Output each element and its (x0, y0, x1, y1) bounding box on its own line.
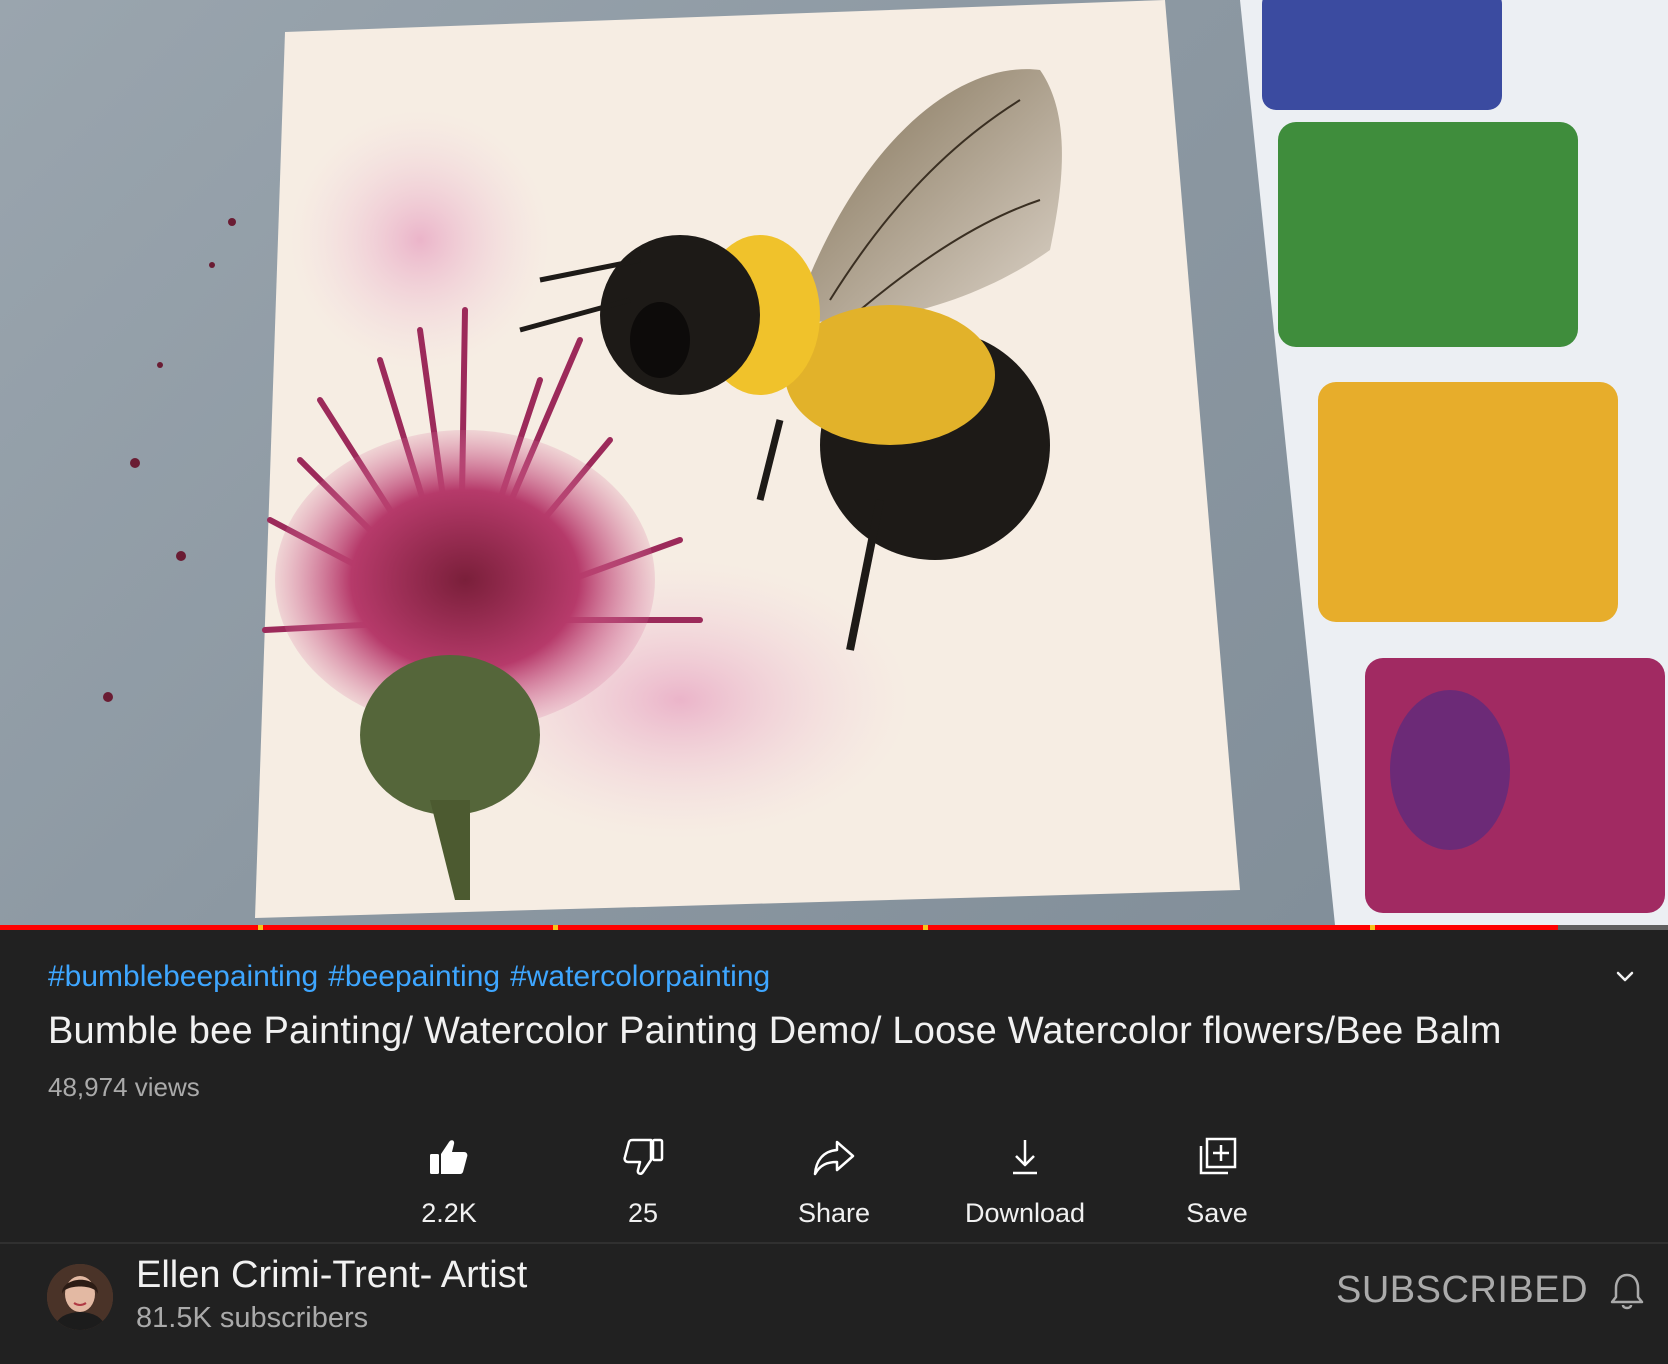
view-count: 48,974 views (48, 1072, 200, 1102)
subscriber-count: 81.5K subscribers (136, 1302, 369, 1334)
save-button[interactable]: Save (1132, 1130, 1302, 1240)
like-button[interactable]: 2.2K (364, 1130, 534, 1240)
hashtag-list: #bumblebeepainting #beepainting #watercolo… (48, 960, 780, 994)
video-info: #bumblebeepainting #beepainting #watercolo… (0, 930, 1668, 1240)
share-label: Share (797, 1198, 871, 1228)
add-to-playlist-icon (1199, 1137, 1237, 1175)
video-player[interactable] (0, 0, 1668, 925)
dislike-count: 25 (627, 1198, 659, 1228)
download-icon (1013, 1140, 1037, 1175)
subscribe-button[interactable]: SUBSCRIBED (1336, 1264, 1588, 1316)
download-button[interactable]: Download (940, 1130, 1110, 1240)
channel-row: Ellen Crimi-Trent- Artist 81.5K subscrib… (0, 1244, 1668, 1364)
channel-name[interactable]: Ellen Crimi-Trent- Artist (136, 1254, 527, 1297)
avatar[interactable] (47, 1264, 113, 1330)
dislike-button[interactable]: 25 (558, 1130, 728, 1240)
save-label: Save (1186, 1198, 1248, 1228)
action-bar: 2.2K 25 Share Download Save (0, 1130, 1668, 1240)
download-label: Download (964, 1198, 1086, 1228)
bell-icon[interactable] (1606, 1270, 1648, 1312)
like-count: 2.2K (421, 1198, 477, 1228)
video-frame-artwork (103, 0, 1668, 925)
chevron-down-icon[interactable] (1610, 962, 1640, 992)
share-arrow-icon (813, 1140, 855, 1176)
thumbs-up-icon (430, 1140, 468, 1174)
hashtag-link[interactable]: #watercolorpainting (510, 960, 770, 993)
hashtag-link[interactable]: #beepainting (328, 960, 500, 993)
thumbs-down-icon (623, 1138, 664, 1175)
hashtag-link[interactable]: #bumblebeepainting (48, 960, 318, 993)
share-button[interactable]: Share (749, 1130, 919, 1240)
video-title[interactable]: Bumble bee Painting/ Watercolor Painting… (48, 1010, 1502, 1053)
paint-palette (1240, 0, 1668, 925)
